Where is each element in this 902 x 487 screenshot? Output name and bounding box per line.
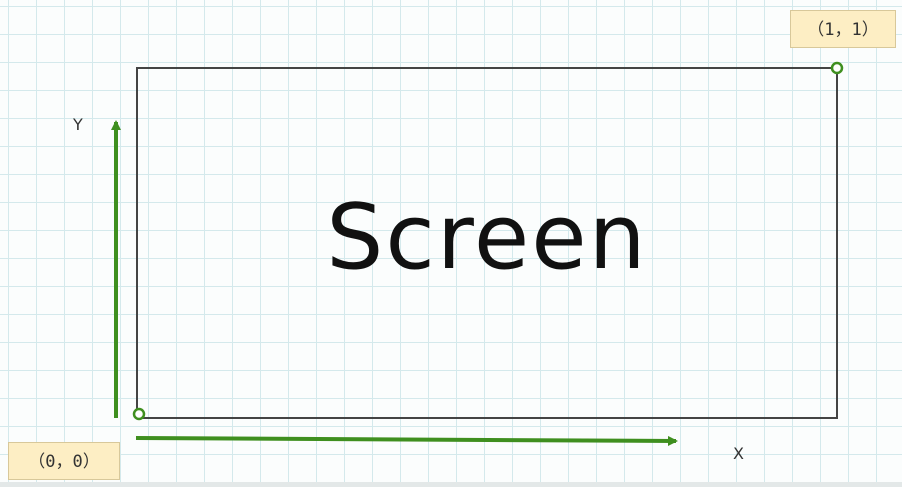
x-axis-label: X xyxy=(733,444,744,463)
bottom-strip xyxy=(0,482,902,487)
origin-coordinate-label: （0，0） xyxy=(8,442,120,480)
x-axis-arrow xyxy=(135,435,678,446)
diagram-canvas: Screen Y X （0，0） （1，1） xyxy=(0,0,902,487)
corner-coordinate-label: （1，1） xyxy=(790,10,896,48)
screen-title: Screen xyxy=(326,185,648,290)
y-axis-label: Y xyxy=(73,115,83,134)
origin-point xyxy=(132,407,146,421)
corner-point xyxy=(830,61,844,75)
